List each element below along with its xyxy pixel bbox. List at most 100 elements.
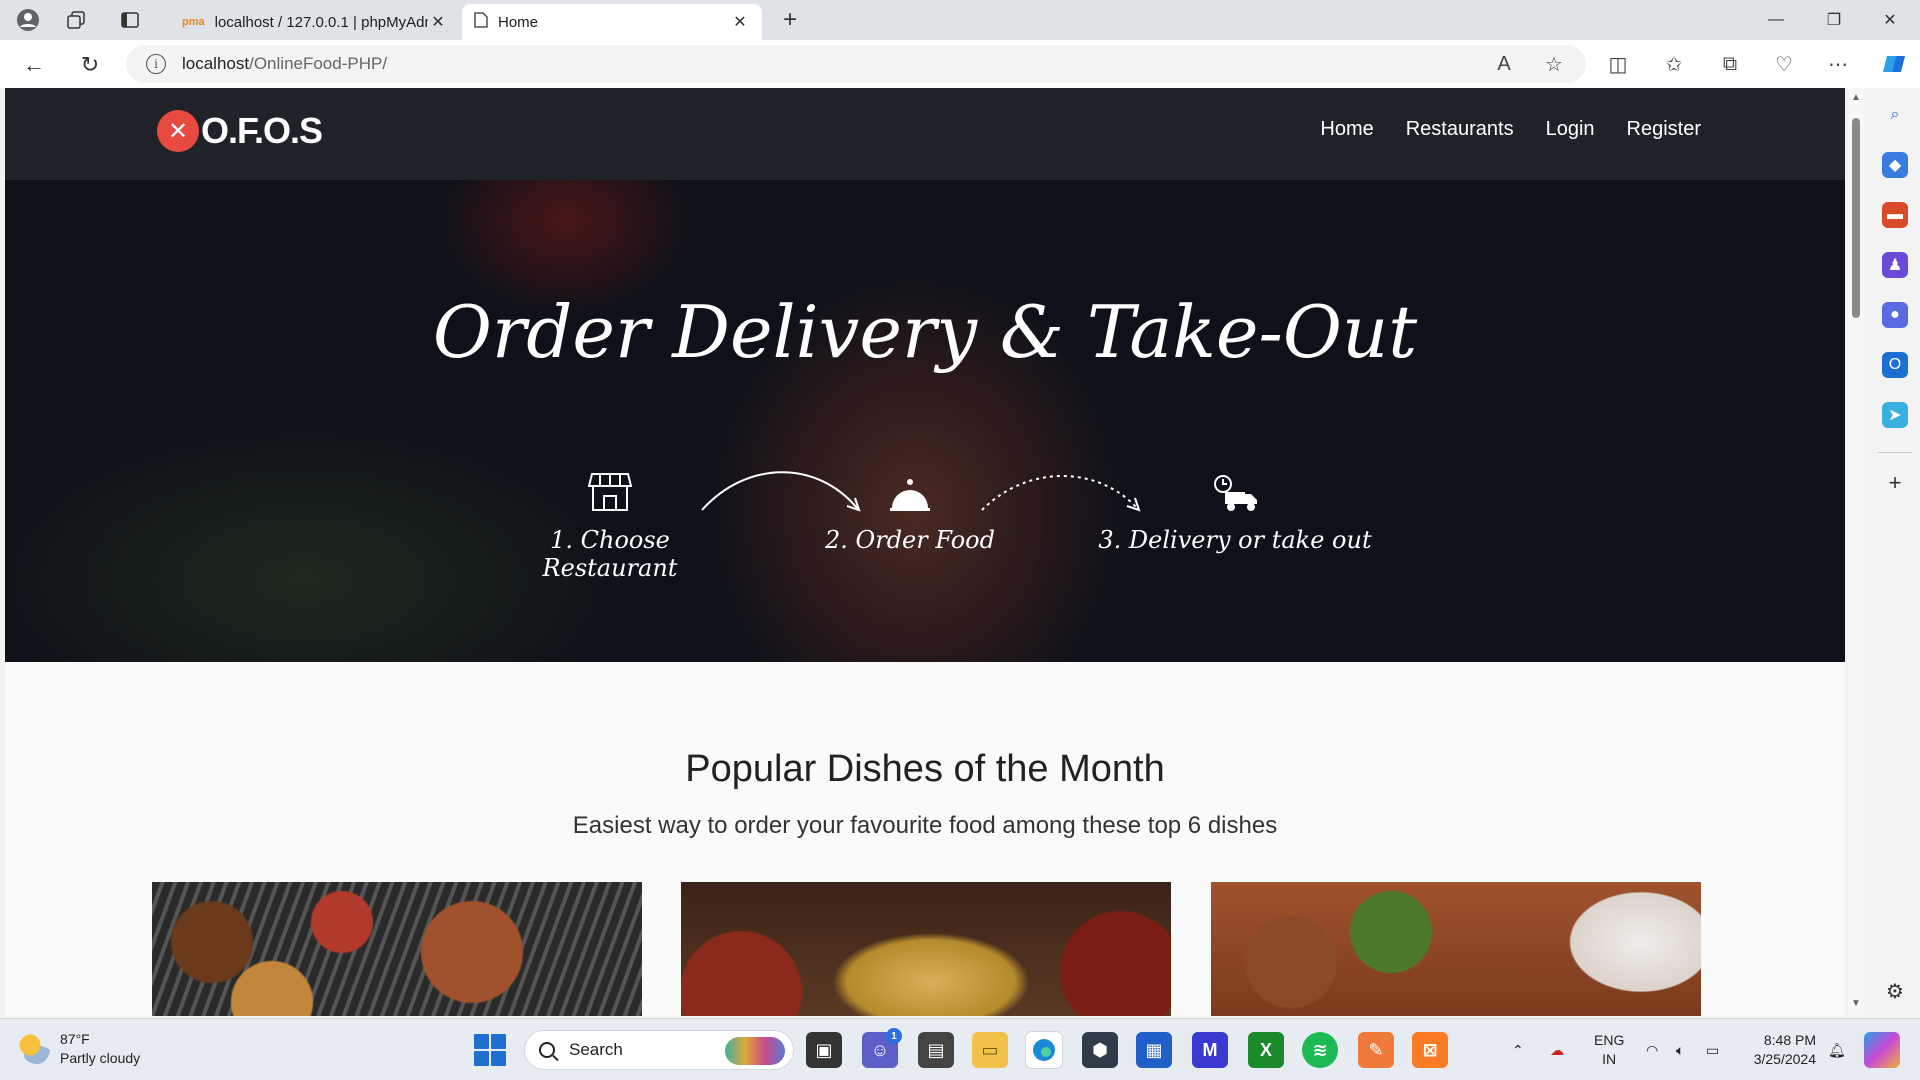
copilot-icon[interactable] (1876, 46, 1912, 82)
edge-browser-icon[interactable] (1026, 1032, 1062, 1068)
nav-login[interactable]: Login (1546, 118, 1595, 141)
tag-icon[interactable]: ◆ (1882, 152, 1908, 178)
search-label: Search (569, 1040, 623, 1059)
site-header: ✕ O.F.O.S Home Restaurants Login Registe… (5, 88, 1845, 180)
popular-dishes-subtitle: Easiest way to order your favourite food… (572, 812, 1278, 839)
scroll-down-icon[interactable]: ▼ (1850, 998, 1862, 1010)
games-icon[interactable]: ♟ (1882, 252, 1908, 278)
scroll-up-icon[interactable]: ▲ (1850, 92, 1862, 104)
split-screen-icon[interactable]: ◫ (1600, 46, 1636, 82)
search-icon[interactable]: ⌕ (1882, 102, 1908, 128)
spotify-icon[interactable]: ≋ (1302, 1032, 1338, 1068)
copilot-taskbar-icon[interactable] (1864, 1032, 1900, 1068)
notification-badge: 1 (886, 1028, 902, 1044)
toolbox-icon[interactable]: ▬ (1882, 202, 1908, 228)
clock[interactable]: 8:48 PM 3/25/2024 (1744, 1031, 1816, 1069)
browser-tabbar: pma localhost / 127.0.0.1 | phpMyAdm ✕ H… (0, 0, 1920, 40)
browser-toolbar: ← ↻ i localhost/OnlineFood-PHP/ A ☆ ◫ ✩ … (0, 40, 1920, 88)
refresh-icon[interactable]: ↻ (74, 49, 106, 81)
lang-region: IN (1602, 1051, 1617, 1067)
copilot-sidebar-icon[interactable]: ● (1882, 302, 1908, 328)
close-window-icon[interactable]: ✕ (1862, 0, 1918, 40)
windows-start-icon[interactable] (474, 1034, 506, 1066)
wifi-icon[interactable]: ◠ (1646, 1019, 1658, 1080)
app-icon[interactable]: ▤ (918, 1032, 954, 1068)
dish-card-image[interactable] (681, 882, 1171, 1016)
step-label: 3. Delivery or take out (1098, 526, 1372, 554)
settings-gear-icon[interactable]: ⚙ (1882, 978, 1908, 1004)
fork-knife-icon: ✕ (157, 110, 199, 152)
nav-home[interactable]: Home (1320, 118, 1373, 141)
weather-widget[interactable]: 87°F Partly cloudy (18, 1030, 140, 1068)
volume-icon[interactable]: 🔈︎ (1676, 1019, 1684, 1080)
outlook-icon[interactable]: O (1882, 352, 1908, 378)
xampp-icon[interactable]: ⊠ (1412, 1032, 1448, 1068)
favorite-star-icon[interactable]: ☆ (1536, 46, 1572, 82)
restore-icon[interactable]: ❐ (1806, 0, 1862, 40)
tab-phpmyadmin[interactable]: pma localhost / 127.0.0.1 | phpMyAdm ✕ (170, 4, 460, 40)
favorites-icon[interactable]: ✩ (1656, 46, 1692, 82)
read-aloud-icon[interactable]: A (1486, 46, 1522, 82)
site-logo[interactable]: ✕ O.F.O.S (157, 110, 323, 152)
delivery-truck-icon (1085, 470, 1385, 520)
close-tab-icon[interactable]: ✕ (730, 12, 750, 32)
dish-card-image[interactable] (152, 882, 642, 1016)
onedrive-status-icon[interactable]: ☁ (1550, 1019, 1564, 1080)
teams-chat-icon[interactable]: ☺ 1 (862, 1028, 902, 1068)
battery-icon[interactable]: ▭ (1706, 1019, 1719, 1080)
send-icon[interactable]: ➤ (1882, 402, 1908, 428)
more-menu-icon[interactable]: ⋯ (1820, 46, 1856, 82)
popular-dishes-title: Popular Dishes of the Month (685, 748, 1165, 790)
tray-overflow-icon[interactable]: ⌃ (1512, 1019, 1524, 1080)
file-explorer-icon[interactable]: ▭ (972, 1032, 1008, 1068)
add-icon[interactable]: + (1882, 470, 1908, 496)
windows-taskbar: 87°F Partly cloudy Search ▣ ☺ 1 ▤ ▭ ⬢ ▦ M… (0, 1018, 1920, 1080)
clock-date: 3/25/2024 (1753, 1051, 1816, 1067)
task-view-icon[interactable]: ▣ (806, 1032, 842, 1068)
scrollbar-thumb[interactable] (1852, 118, 1860, 318)
partly-cloudy-icon (18, 1033, 50, 1065)
nav-restaurants[interactable]: Restaurants (1406, 118, 1514, 141)
back-icon[interactable]: ← (18, 49, 50, 81)
tab-actions-icon[interactable] (116, 6, 144, 34)
step-label: 1. Choose Restaurant (542, 526, 678, 582)
site-info-icon[interactable]: i (146, 54, 166, 74)
search-highlight-icon (725, 1037, 785, 1065)
language-indicator[interactable]: ENG IN (1594, 1031, 1624, 1069)
close-tab-icon[interactable]: ✕ (428, 12, 448, 32)
profile-icon[interactable] (14, 6, 42, 34)
lang-code: ENG (1594, 1032, 1625, 1048)
weather-temp: 87°F (60, 1031, 90, 1047)
nav-register[interactable]: Register (1627, 118, 1701, 141)
url-host: localhost (182, 54, 250, 73)
page-scrollbar[interactable]: ▲ ▼ (1848, 88, 1864, 1016)
edge-sidebar: ⌕ ◆ ▬ ♟ ● O ➤ + ⚙ (1870, 88, 1920, 1018)
tab-home[interactable]: Home ✕ (462, 4, 762, 40)
hero-banner: Order Delivery & Take-Out 1. Choose Rest… (5, 180, 1845, 662)
new-tab-button[interactable]: + (776, 6, 804, 34)
tab-title: localhost / 127.0.0.1 | phpMyAdm (214, 13, 428, 31)
address-bar[interactable]: i localhost/OnlineFood-PHP/ (126, 45, 1586, 83)
workspaces-icon[interactable] (62, 6, 90, 34)
postman-icon[interactable]: ✎ (1358, 1032, 1394, 1068)
minimize-icon[interactable]: — (1748, 0, 1804, 40)
tab-title: Home (498, 13, 539, 31)
search-icon (539, 1042, 555, 1058)
page-icon (474, 12, 488, 32)
clock-time: 8:48 PM (1763, 1032, 1816, 1048)
site-nav: Home Restaurants Login Register (1320, 118, 1701, 141)
xbox-icon[interactable]: X (1248, 1032, 1284, 1068)
app-cube-icon[interactable]: ⬢ (1082, 1032, 1118, 1068)
page-viewport: ✕ O.F.O.S Home Restaurants Login Registe… (5, 88, 1845, 1016)
store-icon[interactable]: ▦ (1136, 1032, 1172, 1068)
step-delivery: 3. Delivery or take out (1085, 470, 1385, 554)
weather-desc: Partly cloudy (60, 1050, 141, 1066)
browser-essentials-icon[interactable]: ♡ (1766, 46, 1802, 82)
taskbar-search[interactable]: Search (524, 1030, 794, 1070)
collections-icon[interactable]: ⧉ (1712, 46, 1748, 82)
hero-title: Order Delivery & Take-Out (432, 290, 1418, 374)
editor-icon[interactable]: M (1192, 1032, 1228, 1068)
dish-card-image[interactable] (1211, 882, 1701, 1016)
url-path: /OnlineFood-PHP/ (249, 54, 388, 73)
notifications-bell-icon[interactable]: 🔔︎ (1828, 1019, 1846, 1080)
